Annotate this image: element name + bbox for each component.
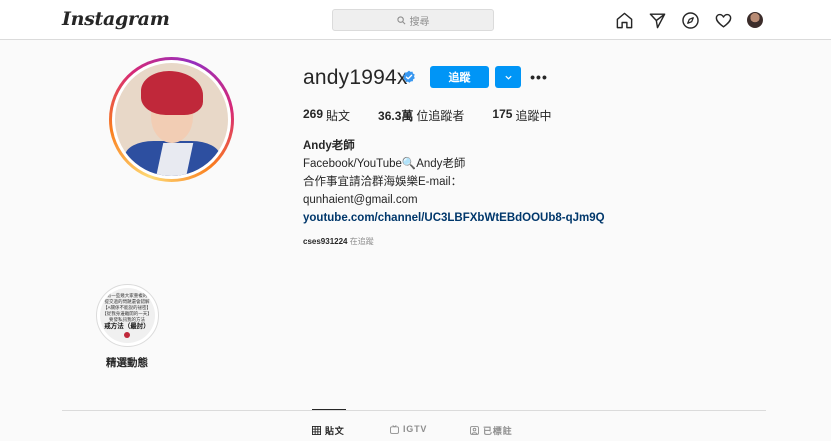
profile-photo xyxy=(115,63,228,176)
search-placeholder: 搜尋 xyxy=(409,16,430,28)
chevron-down-icon xyxy=(504,75,512,80)
profile-username: andy1994x xyxy=(303,66,408,89)
explore-icon[interactable] xyxy=(679,9,701,31)
search-input[interactable]: 搜尋 xyxy=(332,9,494,31)
bio-line: qunhaient@gmail.com xyxy=(303,194,418,206)
activity-heart-icon[interactable] xyxy=(712,9,734,31)
grid-icon xyxy=(312,426,321,435)
profile-full-name: Andy老師 xyxy=(303,140,355,152)
followers-count[interactable]: 36.3萬 位追蹤者 xyxy=(378,107,464,124)
home-icon[interactable] xyxy=(613,9,635,31)
profile-avatar[interactable] xyxy=(747,12,763,28)
active-tab-indicator xyxy=(312,409,346,410)
profile-picture[interactable] xyxy=(109,57,234,182)
tagged-icon xyxy=(470,426,479,435)
bio-external-link[interactable]: youtube.com/channel/UC3LBFXbWtEBdOOUb8-q… xyxy=(303,209,605,227)
nav-icons xyxy=(613,9,763,31)
more-options-icon[interactable]: ••• xyxy=(530,69,548,85)
search-icon xyxy=(396,15,405,24)
profile-bio: Andy老師 Facebook/YouTube🔍Andy老師 合作事宜請洽群海娛… xyxy=(303,137,605,227)
posts-count: 269 貼文 xyxy=(303,107,351,123)
tab-igtv[interactable]: IGTV xyxy=(390,424,427,434)
profile-stats: 269 貼文 36.3萬 位追蹤者 175 追蹤中 xyxy=(303,107,579,124)
story-highlight[interactable]: 有一些幾大家重複的 提交過的問題還會錯解 【A關係不能說的祕密】 【從我身邊離開… xyxy=(95,284,159,370)
highlight-cover: 有一些幾大家重複的 提交過的問題還會錯解 【A關係不能說的祕密】 【從我身邊離開… xyxy=(99,288,155,343)
suggested-accounts-dropdown-button[interactable] xyxy=(495,66,521,88)
bio-line: 合作事宜請洽群海娛樂E-mail： xyxy=(303,176,463,188)
follow-button[interactable]: 追蹤 xyxy=(430,66,489,88)
following-count[interactable]: 175 追蹤中 xyxy=(492,107,551,124)
igtv-icon xyxy=(390,424,399,434)
top-nav-bar: Instagram 搜尋 xyxy=(0,0,831,40)
tabs-divider xyxy=(62,410,766,411)
highlight-label: 精選動態 xyxy=(106,357,148,369)
direct-icon[interactable] xyxy=(646,9,668,31)
tab-tagged[interactable]: 已標註 xyxy=(470,424,512,437)
followed-by-user: cses931224 xyxy=(303,237,348,246)
tab-posts[interactable]: 貼文 xyxy=(312,424,345,437)
bio-line: Facebook/YouTube🔍Andy老師 xyxy=(303,158,466,170)
followed-by[interactable]: cses931224 在追蹤 xyxy=(303,236,374,247)
instagram-logo[interactable]: Instagram xyxy=(62,8,170,30)
verified-badge-icon xyxy=(403,70,415,83)
